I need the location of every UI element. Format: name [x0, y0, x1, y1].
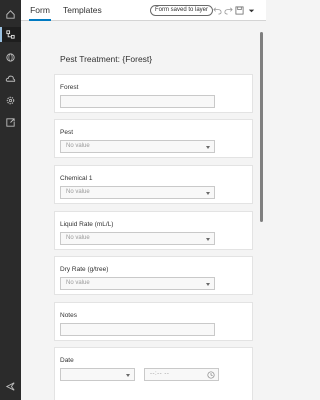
field-label: Date	[60, 357, 74, 364]
tab-templates[interactable]: Templates	[63, 0, 102, 21]
time-input[interactable]: --:-- --	[144, 368, 219, 381]
forest-input[interactable]	[60, 95, 215, 108]
field-label: Chemical 1	[60, 175, 93, 182]
form-canvas: Pest Treatment: {Forest} Forest Pest No …	[21, 22, 256, 400]
globe-icon[interactable]	[4, 51, 17, 64]
form-builder-icon[interactable]	[0, 27, 21, 42]
caret-down-icon	[126, 374, 130, 377]
status-badge: Form saved to layer	[150, 5, 214, 16]
chemical-1-select[interactable]: No value	[60, 186, 215, 199]
cloud-icon[interactable]	[4, 72, 17, 85]
caret-down-icon	[206, 283, 210, 286]
undo-icon[interactable]	[213, 6, 222, 15]
home-icon[interactable]	[4, 8, 17, 21]
select-value: No value	[66, 235, 90, 241]
select-value: No value	[66, 280, 90, 286]
form-title: Pest Treatment: {Forest}	[60, 54, 153, 64]
settings-icon[interactable]	[4, 94, 17, 107]
field-card-date[interactable]: Date --:-- --	[54, 347, 253, 400]
collapse-icon[interactable]	[4, 380, 17, 393]
tab-form[interactable]: Form	[29, 0, 51, 21]
chevron-down-icon[interactable]	[247, 6, 256, 15]
side-rail	[0, 0, 21, 400]
field-label: Pest	[60, 129, 74, 136]
select-value: No value	[66, 143, 90, 149]
field-card-dry-rate[interactable]: Dry Rate (g/tree) No value	[54, 256, 253, 295]
select-value: No value	[66, 189, 90, 195]
field-card-notes[interactable]: Notes	[54, 302, 253, 341]
time-value: --:-- --	[150, 371, 170, 377]
field-label: Dry Rate (g/tree)	[60, 266, 109, 273]
save-icon[interactable]	[235, 6, 244, 15]
field-card-chemical-1[interactable]: Chemical 1 No value	[54, 165, 253, 204]
field-card-liquid-rate[interactable]: Liquid Rate (mL/L) No value	[54, 211, 253, 250]
field-card-pest[interactable]: Pest No value	[54, 119, 253, 158]
date-select[interactable]	[60, 368, 135, 381]
field-label: Forest	[60, 84, 79, 91]
share-icon[interactable]	[4, 116, 17, 129]
dry-rate-select[interactable]: No value	[60, 277, 215, 290]
caret-down-icon	[206, 146, 210, 149]
field-label: Liquid Rate (mL/L)	[60, 221, 114, 228]
field-label: Notes	[60, 312, 77, 319]
scrollbar[interactable]	[260, 32, 263, 222]
top-bar: Form Templates Form saved to layer	[21, 0, 266, 21]
clock-icon	[207, 371, 215, 379]
liquid-rate-select[interactable]: No value	[60, 232, 215, 245]
field-card-forest[interactable]: Forest	[54, 74, 253, 113]
pest-select[interactable]: No value	[60, 140, 215, 153]
redo-icon[interactable]	[224, 6, 233, 15]
notes-input[interactable]	[60, 323, 215, 336]
caret-down-icon	[206, 238, 210, 241]
caret-down-icon	[206, 192, 210, 195]
